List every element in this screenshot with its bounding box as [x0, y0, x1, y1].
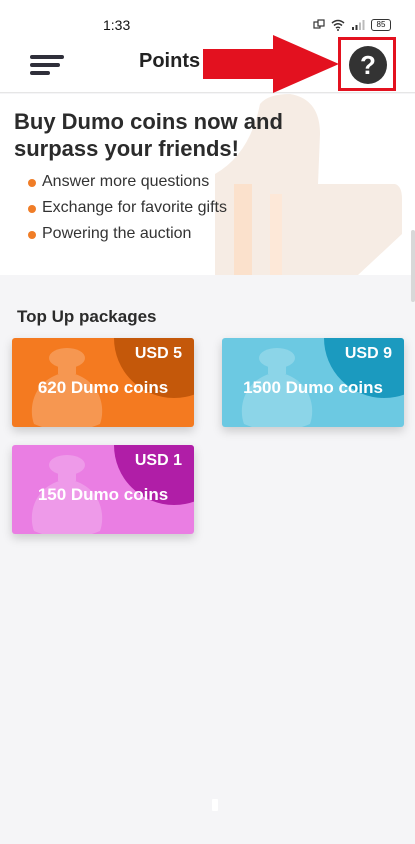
bullet-dot-icon — [28, 205, 36, 213]
annotation-arrow-icon — [203, 35, 339, 93]
nav-indicator — [212, 799, 218, 811]
wifi-icon — [331, 19, 345, 31]
hamburger-menu-icon[interactable] — [26, 52, 68, 78]
package-coins: 1500 Dumo coins — [243, 378, 383, 397]
page-title: Points — [139, 50, 201, 72]
bullet-dot-icon — [28, 179, 36, 187]
package-coins: 620 Dumo coins — [37, 378, 169, 397]
package-price: USD 5 — [134, 345, 182, 362]
hero-banner: Buy Dumo coins now and surpass your frie… — [0, 94, 415, 275]
package-card-usd9[interactable]: USD 9 1500 Dumo coins — [222, 338, 404, 427]
signal-icon — [352, 20, 365, 30]
status-icons: 85 — [313, 18, 391, 32]
section-title: Top Up packages — [17, 307, 157, 326]
bullet-text: Powering the auction — [42, 225, 192, 242]
list-item: Powering the auction — [28, 225, 227, 251]
status-bar: 1:33 85 — [0, 0, 415, 36]
help-button[interactable]: ? — [349, 46, 387, 84]
bullet-text: Exchange for favorite gifts — [42, 199, 227, 216]
hero-bullet-list: Answer more questions Exchange for favor… — [28, 173, 227, 251]
data-transfer-icon — [313, 19, 325, 29]
status-time: 1:33 — [103, 17, 131, 33]
list-item: Answer more questions — [28, 173, 227, 199]
bullet-text: Answer more questions — [42, 173, 210, 190]
bullet-dot-icon — [28, 231, 36, 239]
list-item: Exchange for favorite gifts — [28, 199, 227, 225]
package-price: USD 1 — [134, 452, 182, 469]
battery-icon: 85 — [371, 19, 391, 31]
package-coins: 150 Dumo coins — [37, 485, 169, 504]
package-card-usd1[interactable]: USD 1 150 Dumo coins — [12, 445, 194, 534]
scrollbar[interactable] — [411, 230, 415, 302]
package-card-usd5[interactable]: USD 5 620 Dumo coins — [12, 338, 194, 427]
package-price: USD 9 — [344, 345, 392, 362]
hero-title: Buy Dumo coins now and surpass your frie… — [14, 109, 283, 161]
